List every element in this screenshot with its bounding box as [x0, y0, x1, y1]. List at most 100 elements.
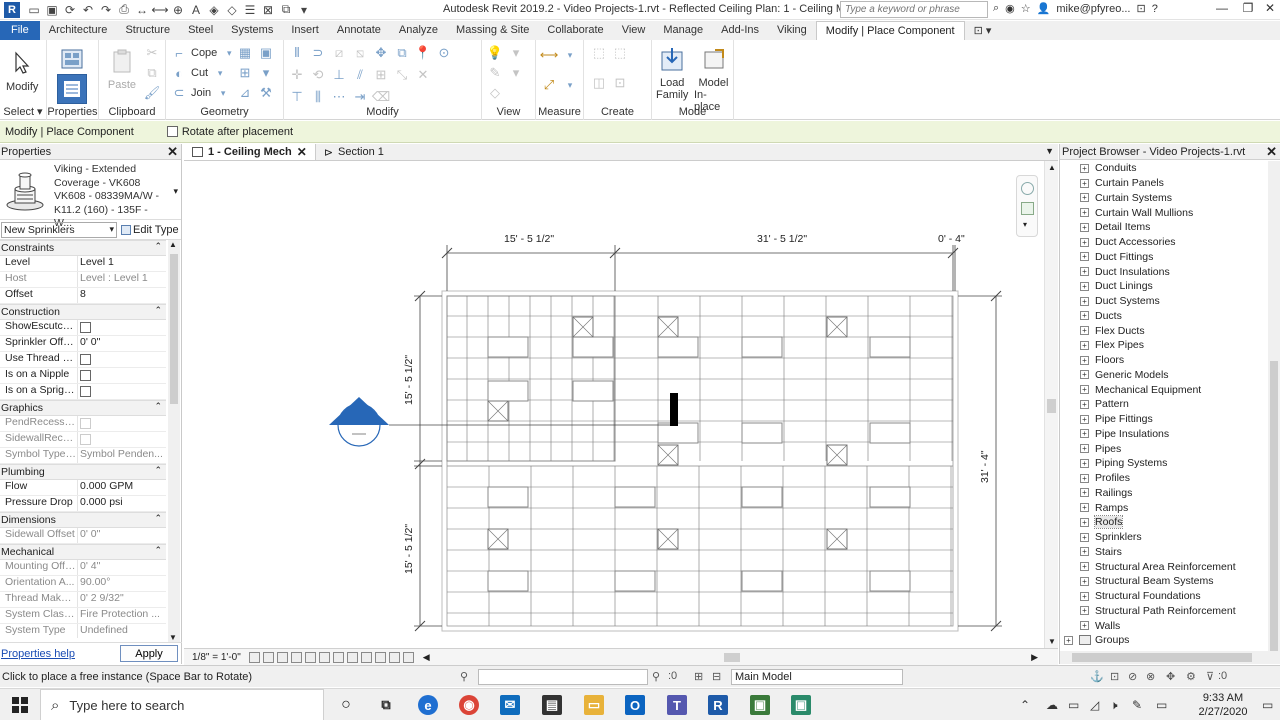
file-explorer-icon[interactable]: ▭	[584, 695, 604, 715]
panel-label-select[interactable]: Select ▾	[0, 105, 46, 118]
cart-icon[interactable]: ⊡	[1137, 2, 1146, 15]
tab-collaborate[interactable]: Collaborate	[538, 21, 612, 40]
worksets-icon[interactable]: ⚲	[460, 670, 468, 683]
reveal-hidden-icon[interactable]	[346, 651, 358, 663]
browser-item[interactable]: + Mechanical Equipment	[1060, 382, 1268, 397]
paste-button[interactable]: Paste	[107, 46, 137, 91]
instance-filter-select[interactable]: New Sprinklers ▾	[1, 221, 117, 238]
category-construction[interactable]: Construction ⌃	[0, 304, 166, 320]
chrome-icon[interactable]: ◉	[459, 695, 479, 715]
expand-icon[interactable]: +	[1080, 193, 1089, 203]
tag-icon[interactable]: ⊕	[170, 2, 186, 18]
help-search-input[interactable]	[840, 1, 988, 18]
browser-item[interactable]: + Railings	[1060, 486, 1268, 501]
expand-icon[interactable]: +	[1080, 458, 1089, 468]
join-button[interactable]: ⊂ Join ▾	[170, 84, 232, 102]
view-tab-ceiling-mech[interactable]: 1 - Ceiling Mech ✕	[184, 144, 316, 160]
tab-viking[interactable]: Viking	[768, 21, 816, 40]
user-name[interactable]: mike@pfyreo...	[1056, 3, 1130, 15]
system-clock[interactable]: 9:33 AM 2/27/2020	[1188, 691, 1258, 719]
properties-scrollbar[interactable]: ▲ ▼	[168, 240, 180, 642]
browser-item[interactable]: + Walls	[1060, 618, 1268, 633]
browser-item[interactable]: + Floors	[1060, 353, 1268, 368]
type-selector[interactable]: Viking - Extended Coverage - VK608 VK608…	[0, 160, 181, 229]
user-icon[interactable]: 👤	[1037, 2, 1051, 15]
app-screen-icon[interactable]: ▣	[750, 695, 770, 715]
dimension-left-b[interactable]: 15' - 5 1/2"	[403, 524, 415, 574]
browser-item[interactable]: + Pipes	[1060, 441, 1268, 456]
pin-icon[interactable]: 📍	[414, 44, 432, 62]
create-group-icon[interactable]: ◫	[590, 74, 608, 92]
type-dropdown-icon[interactable]: ▾	[173, 186, 178, 197]
tray-expand-icon[interactable]: ⌃	[1020, 698, 1030, 712]
notifications-icon[interactable]: ▭	[1262, 698, 1273, 712]
onedrive-icon[interactable]: ☁	[1046, 698, 1058, 712]
create-assembly-icon[interactable]: ⬚	[590, 44, 608, 62]
temporary-hide-icon[interactable]	[332, 651, 344, 663]
qat-dropdown-icon[interactable]: ▾	[296, 2, 312, 18]
expand-icon[interactable]: +	[1080, 488, 1089, 498]
cut-button[interactable]: ◐ Cut ▾	[170, 64, 229, 82]
expand-icon[interactable]: +	[1080, 296, 1089, 306]
expand-icon[interactable]: +	[1080, 606, 1089, 616]
view-tab-section-1[interactable]: ⊳ Section 1	[316, 144, 392, 160]
array-linear-icon[interactable]: ⋯	[330, 88, 348, 106]
3d-view-icon[interactable]: ◈	[206, 2, 222, 18]
move-icon[interactable]: ✥	[372, 44, 390, 62]
outlook-icon[interactable]: O	[625, 695, 645, 715]
design-options-icon[interactable]: ⊞	[694, 670, 703, 683]
expand-icon[interactable]: +	[1080, 562, 1089, 572]
save-icon[interactable]: ▣	[44, 2, 60, 18]
paint-icon[interactable]: ▣	[257, 44, 275, 62]
scroll-thumb[interactable]	[1270, 361, 1278, 651]
editable-only-icon[interactable]: ⚲	[652, 670, 660, 683]
measure-icon[interactable]: ↔	[134, 2, 150, 18]
start-button[interactable]	[0, 689, 40, 720]
highlight-displacement-icon[interactable]	[388, 651, 400, 663]
browser-item[interactable]: + Duct Fittings	[1060, 250, 1268, 265]
sun-path-icon[interactable]	[276, 651, 288, 663]
properties-toggle-button[interactable]	[57, 74, 87, 107]
scroll-up-icon[interactable]: ▲	[1048, 163, 1056, 172]
category-graphics[interactable]: Graphics ⌃	[0, 400, 166, 416]
expand-icon[interactable]: +	[1080, 355, 1089, 365]
drawing-canvas[interactable]: 15' - 5 1/2" 31' - 5 1/2" 0' - 4" 15' - …	[184, 161, 1058, 648]
dimension-top-b[interactable]: 31' - 5 1/2"	[757, 233, 807, 245]
select-links-icon[interactable]: ⚓	[1090, 670, 1104, 683]
prop-row-sprinkler-offset[interactable]: Sprinkler Offset 0' 0"	[0, 336, 166, 352]
tab-architecture[interactable]: Architecture	[40, 21, 117, 40]
dimension-icon[interactable]: ⟷	[151, 2, 168, 18]
expand-icon[interactable]: +	[1080, 178, 1089, 188]
browser-item[interactable]: + Ramps	[1060, 500, 1268, 515]
tab-insert[interactable]: Insert	[282, 21, 328, 40]
array-icon[interactable]: ⊞	[372, 66, 390, 84]
expand-icon[interactable]: +	[1080, 370, 1089, 380]
cope-button[interactable]: ⌐ Cope ▾	[170, 44, 238, 62]
expand-icon[interactable]: +	[1080, 621, 1089, 631]
filter-model-icon[interactable]: ⊟	[712, 670, 721, 683]
model-in-place-button[interactable]: Model In-place	[694, 44, 733, 113]
browser-item[interactable]: + Duct Accessories	[1060, 235, 1268, 250]
tab-annotate[interactable]: Annotate	[328, 21, 390, 40]
ink-workspace-icon[interactable]: ▭	[1156, 698, 1167, 712]
select-by-face-icon[interactable]: ⊗	[1146, 670, 1155, 683]
open-icon[interactable]: ▭	[26, 2, 42, 18]
category-mechanical[interactable]: Mechanical ⌃	[0, 544, 166, 560]
measure-dropdown-icon[interactable]: ▾	[561, 46, 579, 64]
collapse-icon[interactable]: ⌃	[154, 241, 162, 252]
expand-icon[interactable]: +	[1080, 503, 1089, 513]
browser-item[interactable]: + Structural Area Reinforcement	[1060, 559, 1268, 574]
print-icon[interactable]: ⎙	[116, 2, 132, 18]
minimize-button[interactable]: —	[1210, 1, 1234, 19]
visual-style-icon[interactable]	[262, 651, 274, 663]
prop-row-level[interactable]: Level Level 1	[0, 256, 166, 272]
browser-item[interactable]: + Duct Insulations	[1060, 264, 1268, 279]
prop-row-on-nipple[interactable]: Is on a Nipple	[0, 368, 166, 384]
task-view-icon[interactable]: ⧉	[376, 695, 396, 715]
crop-view-icon[interactable]	[304, 651, 316, 663]
trim-extend-icon[interactable]: ⊤	[288, 88, 306, 106]
expand-icon[interactable]: +	[1080, 429, 1089, 439]
expand-icon[interactable]: +	[1064, 635, 1073, 645]
demolish-icon[interactable]: ▾	[257, 64, 275, 82]
browser-item[interactable]: + Structural Foundations	[1060, 589, 1268, 604]
